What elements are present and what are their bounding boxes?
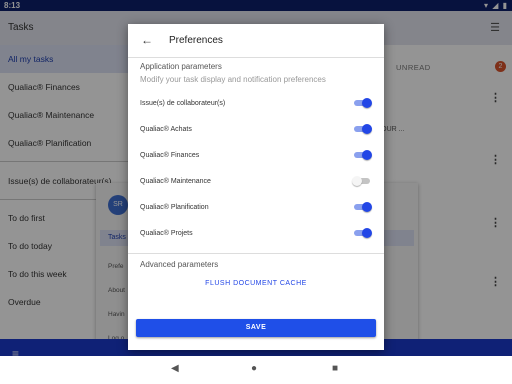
pref-row-achats[interactable]: Qualiac® Achats [128, 118, 384, 144]
pref-label: Issue(s) de collaborateur(s) [140, 100, 226, 107]
toggle-knob [362, 98, 372, 108]
section-divider [128, 253, 384, 254]
pref-label: Qualiac® Achats [140, 126, 192, 133]
system-navigation-bar: ◀ ● ■ [0, 356, 512, 384]
pref-toggle-issues[interactable] [354, 98, 372, 108]
toggle-knob [362, 228, 372, 238]
pref-row-projets[interactable]: Qualiac® Projets [128, 222, 384, 248]
toggle-knob [352, 176, 362, 186]
application-parameters-subtitle: Modify your task display and notificatio… [140, 75, 326, 84]
recents-nav-icon[interactable]: ■ [332, 363, 338, 374]
home-nav-icon[interactable]: ● [251, 363, 257, 374]
pref-row-maintenance[interactable]: Qualiac® Maintenance [128, 170, 384, 196]
save-button[interactable]: SAVE [136, 319, 376, 337]
pref-label: Qualiac® Maintenance [140, 178, 211, 185]
pref-toggle-maintenance[interactable] [352, 176, 370, 186]
dialog-title: Preferences [169, 35, 223, 46]
pref-toggle-planification[interactable] [354, 202, 372, 212]
pref-toggle-achats[interactable] [354, 124, 372, 134]
pref-row-issues[interactable]: Issue(s) de collaborateur(s) [128, 92, 384, 118]
pref-label: Qualiac® Planification [140, 204, 209, 211]
pref-toggle-projets[interactable] [354, 228, 372, 238]
pref-row-finances[interactable]: Qualiac® Finances [128, 144, 384, 170]
toggle-knob [362, 150, 372, 160]
flush-document-cache-button[interactable]: FLUSH DOCUMENT CACHE [128, 280, 384, 287]
pref-row-planification[interactable]: Qualiac® Planification [128, 196, 384, 222]
toggle-knob [362, 124, 372, 134]
pref-label: Qualiac® Projets [140, 230, 193, 237]
application-parameters-heading: Application parameters [140, 62, 222, 71]
pref-label: Qualiac® Finances [140, 152, 200, 159]
advanced-parameters-heading: Advanced parameters [140, 260, 219, 269]
back-arrow-icon[interactable]: ← [141, 33, 153, 47]
preferences-dialog: ← Preferences Application parameters Mod… [128, 24, 384, 350]
dialog-header: ← Preferences [128, 24, 384, 58]
pref-toggle-finances[interactable] [354, 150, 372, 160]
toggle-knob [362, 202, 372, 212]
back-nav-icon[interactable]: ◀ [171, 363, 179, 374]
